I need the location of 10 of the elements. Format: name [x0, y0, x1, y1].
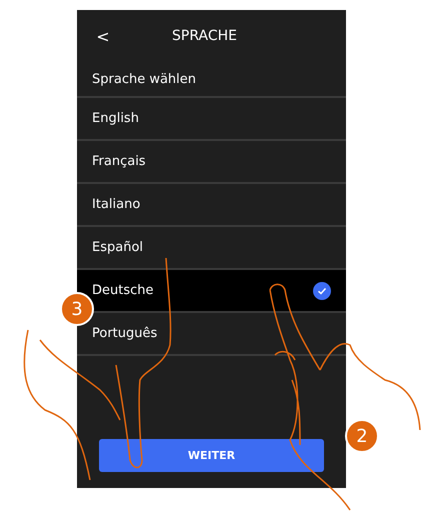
next-button[interactable]: WEITER	[99, 439, 324, 472]
step-badge: 3	[60, 292, 94, 326]
language-option[interactable]: Italiano	[77, 184, 346, 227]
checkmark-icon	[313, 282, 331, 300]
language-option[interactable]: English	[77, 98, 346, 141]
section-label: Sprache wählen	[77, 62, 346, 98]
step-badge: 2	[345, 419, 379, 453]
back-button[interactable]: <	[91, 26, 115, 46]
screen-title: SPRACHE	[171, 28, 238, 44]
language-option[interactable]: Français	[77, 141, 346, 184]
